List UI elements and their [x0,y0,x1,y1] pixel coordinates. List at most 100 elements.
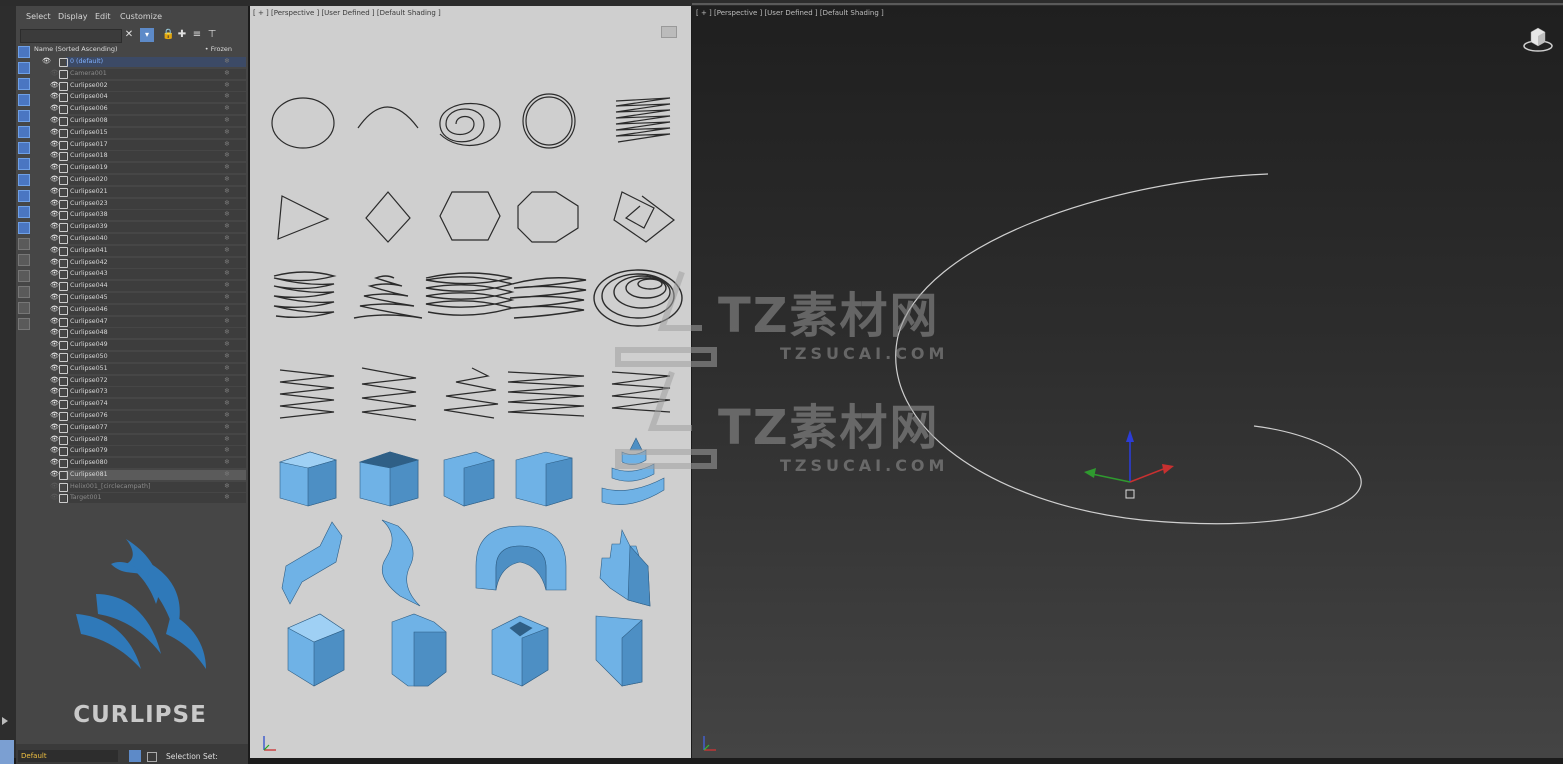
freeze-snowflake-icon[interactable]: ❄ [224,386,230,397]
visibility-eye-icon[interactable]: 👁 [50,292,59,303]
object-row[interactable]: 👁 Curlipse051 ❄ [32,363,246,375]
display-helpers-icon[interactable] [18,110,30,122]
object-row[interactable]: 👁 Curlipse019 ❄ [32,162,246,174]
visibility-eye-icon[interactable]: 👁 [50,434,59,445]
freeze-snowflake-icon[interactable]: ❄ [224,445,230,456]
display-spacewarps-icon[interactable] [18,126,30,138]
freeze-snowflake-icon[interactable]: ❄ [224,292,230,303]
display-hidden-icon[interactable] [18,222,30,234]
freeze-snowflake-icon[interactable]: ❄ [224,469,230,480]
freeze-snowflake-icon[interactable]: ❄ [224,434,230,445]
visibility-eye-icon[interactable]: 👁 [50,245,59,256]
freeze-snowflake-icon[interactable]: ❄ [224,398,230,409]
visibility-eye-icon[interactable]: 👁 [50,139,59,150]
visibility-eye-icon[interactable]: 👁 [50,150,59,161]
object-row[interactable]: 👁 Curlipse006 ❄ [32,103,246,115]
visibility-eye-icon[interactable]: 👁 [50,80,59,91]
object-row[interactable]: 👁 Curlipse020 ❄ [32,174,246,186]
object-row[interactable]: 👁 Helix001_[circlecampath] ❄ [32,481,246,493]
freeze-snowflake-icon[interactable]: ❄ [224,410,230,421]
search-input[interactable] [20,29,122,43]
visibility-eye-icon[interactable]: 👁 [50,351,59,362]
freeze-snowflake-icon[interactable]: ❄ [224,115,230,126]
visibility-eye-icon[interactable]: 👁 [50,280,59,291]
object-row[interactable]: 👁 Curlipse076 ❄ [32,410,246,422]
visibility-eye-icon[interactable]: 👁 [50,492,59,503]
freeze-snowflake-icon[interactable]: ❄ [224,268,230,279]
freeze-snowflake-icon[interactable]: ❄ [224,80,230,91]
object-row[interactable]: 👁 Curlipse081 ❄ [32,469,246,481]
freeze-snowflake-icon[interactable]: ❄ [224,327,230,338]
layers-icon[interactable]: ≡ [192,30,202,40]
layer-explorer-button[interactable] [129,750,141,762]
object-row[interactable]: 👁 Curlipse074 ❄ [32,398,246,410]
freeze-snowflake-icon[interactable]: ❄ [224,221,230,232]
visibility-eye-icon[interactable]: 👁 [50,68,59,79]
object-row[interactable]: 👁 Camera001 ❄ [32,68,246,80]
display-bones-icon[interactable] [18,174,30,186]
freeze-snowflake-icon[interactable]: ❄ [224,139,230,150]
freeze-snowflake-icon[interactable]: ❄ [224,68,230,79]
freeze-snowflake-icon[interactable]: ❄ [224,245,230,256]
visibility-eye-icon[interactable]: 👁 [50,327,59,338]
hierarchy-toggle-icon[interactable] [147,752,157,762]
freeze-snowflake-icon[interactable]: ❄ [224,150,230,161]
visibility-eye-icon[interactable]: 👁 [50,363,59,374]
object-row[interactable]: 👁 Curlipse079 ❄ [32,445,246,457]
visibility-eye-icon[interactable]: 👁 [50,174,59,185]
visibility-eye-icon[interactable]: 👁 [50,198,59,209]
sync-icon[interactable] [18,286,30,298]
freeze-snowflake-icon[interactable]: ❄ [224,375,230,386]
visibility-eye-icon[interactable]: 👁 [50,186,59,197]
object-row[interactable]: 👁 Curlipse046 ❄ [32,304,246,316]
freeze-snowflake-icon[interactable]: ❄ [224,422,230,433]
freeze-snowflake-icon[interactable]: ❄ [224,363,230,374]
freeze-snowflake-icon[interactable]: ❄ [224,316,230,327]
viewport-perspective[interactable]: [ + ] [Perspective ] [User Defined ] [De… [692,6,1563,758]
visibility-eye-icon[interactable]: 👁 [50,221,59,232]
visibility-eye-icon[interactable]: 👁 [50,115,59,126]
object-row[interactable]: 👁 Curlipse077 ❄ [32,422,246,434]
visibility-eye-icon[interactable]: 👁 [50,127,59,138]
object-row[interactable]: 👁 Curlipse050 ❄ [32,351,246,363]
display-cameras-icon[interactable] [18,94,30,106]
visibility-eye-icon[interactable]: 👁 [50,457,59,468]
object-row[interactable]: 👁 Curlipse021 ❄ [32,186,246,198]
visibility-eye-icon[interactable]: 👁 [50,481,59,492]
freeze-snowflake-icon[interactable]: ❄ [224,339,230,350]
object-row[interactable]: 👁 Curlipse049 ❄ [32,339,246,351]
freeze-snowflake-icon[interactable]: ❄ [224,56,230,67]
filter-dropdown-button[interactable]: ▾ [140,28,154,42]
menu-customize[interactable]: Customize [120,12,162,21]
object-row[interactable]: 👁 Curlipse002 ❄ [32,80,246,92]
object-row[interactable]: 👁 Curlipse045 ❄ [32,292,246,304]
layer-dropdown[interactable]: Default [18,750,118,762]
freeze-snowflake-icon[interactable]: ❄ [224,351,230,362]
freeze-snowflake-icon[interactable]: ❄ [224,127,230,138]
visibility-eye-icon[interactable]: 👁 [50,257,59,268]
expand-arrow-icon[interactable] [2,717,8,725]
visibility-eye-icon[interactable]: 👁 [50,103,59,114]
visibility-eye-icon[interactable]: 👁 [50,316,59,327]
freeze-snowflake-icon[interactable]: ❄ [224,162,230,173]
layer-toggle-button[interactable] [0,740,14,764]
layer-row[interactable]: 👁 0 (default) ❄ [32,56,246,68]
menu-select[interactable]: Select [26,12,51,21]
object-row[interactable]: 👁 Curlipse015 ❄ [32,127,246,139]
object-row[interactable]: 👁 Curlipse073 ❄ [32,386,246,398]
visibility-eye-icon[interactable]: 👁 [50,410,59,421]
filter-icon[interactable] [18,302,30,314]
add-to-layer-icon[interactable]: ✚ [177,30,187,40]
freeze-snowflake-icon[interactable]: ❄ [224,198,230,209]
object-row[interactable]: 👁 Curlipse072 ❄ [32,375,246,387]
object-row[interactable]: 👁 Curlipse080 ❄ [32,457,246,469]
display-groups-icon[interactable] [18,142,30,154]
lock-icon[interactable]: 🔒 [162,30,174,40]
visibility-eye-icon[interactable]: 👁 [50,398,59,409]
object-row[interactable]: 👁 Curlipse017 ❄ [32,139,246,151]
visibility-eye-icon[interactable]: 👁 [50,422,59,433]
transform-gizmo[interactable] [1084,430,1174,499]
visibility-eye-icon[interactable]: 👁 [50,469,59,480]
visibility-eye-icon[interactable]: 👁 [50,386,59,397]
freeze-snowflake-icon[interactable]: ❄ [224,103,230,114]
